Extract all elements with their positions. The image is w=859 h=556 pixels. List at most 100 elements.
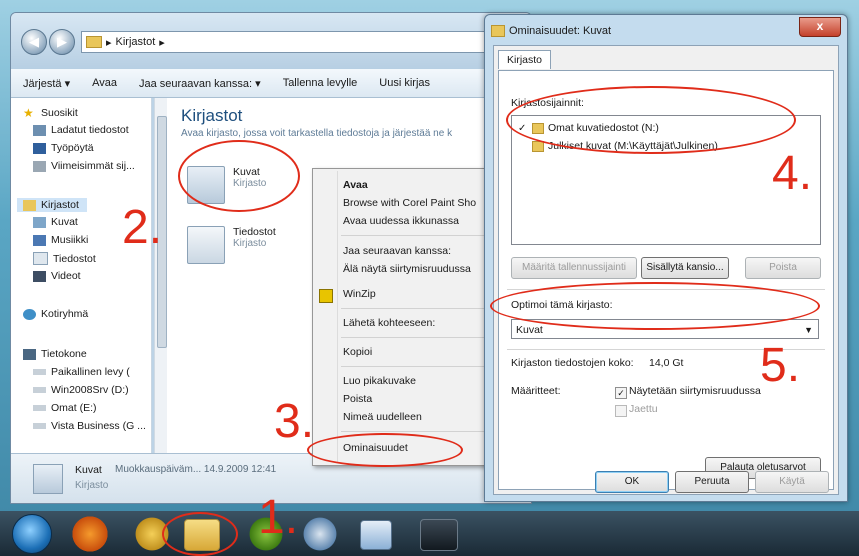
annotation-number-3: 3.: [274, 395, 315, 448]
nav-drive-c[interactable]: Paikallinen levy (: [33, 366, 130, 378]
nav-item-label: Viimeisimmät sij...: [51, 160, 135, 172]
open-button[interactable]: Avaa: [92, 77, 117, 89]
cancel-button[interactable]: Peruuta: [675, 471, 749, 493]
menu-item-delete[interactable]: Poista: [343, 393, 372, 405]
nav-downloads[interactable]: Ladatut tiedostot: [33, 124, 129, 136]
apply-button[interactable]: Käytä: [755, 471, 829, 493]
annotation-ring-taskbar: [162, 512, 238, 556]
details-kind: Kirjasto: [75, 480, 109, 491]
camera-app-icon[interactable]: [420, 519, 458, 551]
chevron-down-icon: ▼: [804, 325, 813, 335]
tile-name: Tiedostot: [233, 226, 276, 238]
cube-app-icon[interactable]: [300, 516, 340, 552]
word-icon[interactable]: [360, 520, 392, 550]
burn-button[interactable]: Tallenna levylle: [283, 77, 358, 89]
menu-item-send-to[interactable]: Lähetä kohteeseen:: [343, 317, 435, 329]
menu-item-hide-nav[interactable]: Älä näytä siirtymisruudussa: [343, 263, 471, 275]
nav-favorites[interactable]: ★ Suosikit: [23, 106, 78, 120]
close-button[interactable]: x: [799, 17, 841, 37]
address-bar[interactable]: ▸ Kirjastot ▸: [81, 31, 517, 53]
command-bar: Järjestä ▾ Avaa Jaa seuraavan kanssa: ▾ …: [11, 69, 531, 98]
forward-button[interactable]: ▶: [49, 29, 75, 55]
downloads-icon: [33, 124, 46, 136]
winzip-icon: [319, 289, 333, 303]
nav-drive-d[interactable]: Win2008Srv (D:): [33, 384, 129, 396]
back-button[interactable]: ◀: [21, 29, 47, 55]
computer-icon: [23, 348, 36, 360]
tile-kind: Kirjasto: [233, 238, 267, 249]
menu-gutter: [337, 171, 338, 463]
shared-checkbox[interactable]: [615, 405, 627, 417]
nav-pictures[interactable]: Kuvat: [33, 216, 78, 228]
documents-icon: [33, 252, 48, 265]
drive-icon: [33, 405, 46, 411]
menu-item-create-shortcut[interactable]: Luo pikakuvake: [343, 375, 416, 387]
nav-item-label: Omat (E:): [51, 402, 97, 414]
annotation-number-5: 5.: [760, 339, 801, 392]
nav-item-label: Paikallinen levy (: [51, 366, 130, 378]
library-icon: [491, 25, 505, 37]
annotation-ring-pictures: [178, 140, 300, 212]
include-folder-button[interactable]: Sisällytä kansio...: [641, 257, 729, 279]
videos-icon: [33, 270, 46, 282]
nav-drive-g[interactable]: Vista Business (G ...: [33, 420, 146, 432]
details-modified: Muokkauspäiväm... 14.9.2009 12:41: [115, 464, 277, 475]
nav-homegroup[interactable]: Kotiryhmä: [23, 308, 88, 320]
library-folder-icon: [86, 36, 102, 48]
library-tile-documents[interactable]: Tiedostot Kirjasto: [187, 226, 276, 264]
pictures-library-icon: [33, 464, 63, 494]
drive-icon: [33, 387, 46, 393]
nav-libraries[interactable]: Kirjastot: [17, 198, 87, 212]
annotation-number-1: 1.: [258, 491, 299, 544]
menu-item-open[interactable]: Avaa: [343, 179, 368, 191]
desktop-icon: [33, 142, 46, 154]
nav-recent[interactable]: Viimeisimmät sij...: [33, 160, 135, 172]
size-value: 14,0 Gt: [649, 357, 684, 369]
menu-separator: [341, 431, 485, 432]
star-icon: ★: [23, 106, 34, 120]
nav-favorites-label: Suosikit: [41, 107, 78, 119]
menu-item-rename[interactable]: Nimeä uudelleen: [343, 411, 422, 423]
nav-item-label: Videot: [51, 270, 81, 282]
set-save-location-button[interactable]: Määritä tallennussijainti: [511, 257, 637, 279]
nav-item-label: Win2008Srv (D:): [51, 384, 129, 396]
menu-item-copy[interactable]: Kopioi: [343, 346, 372, 358]
menu-item-share-with[interactable]: Jaa seuraavan kanssa:: [343, 245, 451, 257]
address-crumb-arrow[interactable]: ▸: [159, 36, 165, 49]
tab-library[interactable]: Kirjasto: [498, 50, 552, 69]
nav-item-label: Vista Business (G ...: [51, 420, 146, 432]
nav-scrollbar[interactable]: [154, 98, 167, 453]
nav-music[interactable]: Musiikki: [33, 234, 88, 246]
address-crumb[interactable]: ▸: [106, 36, 112, 49]
menu-item-corel[interactable]: Browse with Corel Paint Sho: [343, 197, 476, 209]
drive-icon: [33, 369, 46, 375]
menu-item-winzip[interactable]: WinZip: [343, 288, 376, 300]
ok-button[interactable]: OK: [595, 471, 669, 493]
nav-item-label: Työpöytä: [51, 142, 94, 154]
recent-places-icon: [33, 160, 46, 172]
show-in-nav-checkbox[interactable]: ✓: [615, 387, 627, 399]
organize-button[interactable]: Järjestä ▾: [23, 77, 70, 90]
nav-desktop[interactable]: Työpöytä: [33, 142, 94, 154]
nav-documents[interactable]: Tiedostot: [33, 252, 96, 265]
remove-location-button[interactable]: Poista: [745, 257, 821, 279]
page-subtitle: Avaa kirjasto, jossa voit tarkastella ti…: [181, 128, 453, 139]
menu-separator: [341, 235, 485, 236]
attributes-label: Määritteet:: [511, 385, 561, 397]
nav-computer[interactable]: Tietokone: [23, 348, 87, 360]
page-title: Kirjastot: [181, 106, 243, 125]
nav-videos[interactable]: Videot: [33, 270, 81, 282]
start-button[interactable]: [12, 514, 52, 554]
firefox-icon[interactable]: [70, 516, 110, 552]
dialog-title: Ominaisuudet: Kuvat: [509, 25, 612, 37]
annotation-number-4: 4.: [772, 147, 813, 200]
new-library-button[interactable]: Uusi kirjas: [379, 77, 430, 89]
address-crumb-libraries[interactable]: Kirjastot: [116, 36, 156, 48]
context-menu: Avaa Browse with Corel Paint Sho Avaa uu…: [312, 168, 490, 466]
nav-item-label: Tietokone: [41, 348, 87, 360]
annotation-ring-locations: [506, 86, 796, 154]
menu-item-open-new-window[interactable]: Avaa uudessa ikkunassa: [343, 215, 459, 227]
music-icon: [33, 234, 46, 246]
share-with-button[interactable]: Jaa seuraavan kanssa: ▾: [139, 77, 261, 90]
nav-drive-e[interactable]: Omat (E:): [33, 402, 97, 414]
